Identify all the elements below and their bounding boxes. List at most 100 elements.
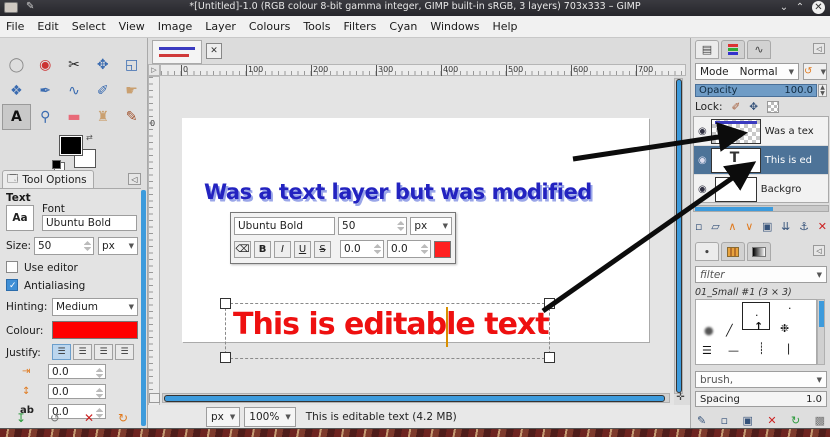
restore-tool-preset-icon[interactable]: ↺ [50,411,60,425]
indent-field[interactable]: 0.0 [48,364,106,379]
foreground-colour-swatch[interactable] [59,135,83,156]
new-layer-button[interactable]: ▫ [695,220,702,233]
selection-handle-top-left[interactable] [220,298,231,309]
brush-grid-scrollbar[interactable] [817,299,825,365]
reset-tool-options-icon[interactable]: ↻ [118,411,128,425]
menu-view[interactable]: View [119,20,145,33]
brush-diagonal-line[interactable]: ╱ [726,324,733,337]
tab-channels[interactable] [721,40,745,59]
antialiasing-checkbox[interactable] [6,279,18,291]
text-colour-swatch[interactable] [52,321,138,339]
brushes-dock-collapse-button[interactable]: ◁ [813,245,825,256]
brush-hatch-lines[interactable]: ☰ [702,344,712,357]
select-by-colour-tool-icon[interactable]: ◉ [31,52,60,78]
open-brush-as-image-button[interactable]: ▩ [815,414,825,427]
baseline-offset-field[interactable]: 0.0 [340,240,384,258]
menu-cyan[interactable]: Cyan [389,20,417,33]
brush-spacing-field[interactable]: Spacing 1.0 [695,391,827,407]
brush-vertical-line[interactable]: ❘ [784,342,793,355]
lock-position-icon[interactable]: ✥ [749,101,758,113]
canvas-viewport[interactable]: Was a text layer but was modified Ubuntu… [160,76,674,431]
default-colours-icon[interactable] [52,160,61,169]
editor-colour-swatch[interactable] [434,240,451,258]
edit-brush-button[interactable]: ✎ [697,414,706,427]
eraser-tool-icon[interactable]: ▬ [60,104,89,130]
font-name-field[interactable]: Ubuntu Bold [42,215,137,231]
refresh-brushes-button[interactable]: ↻ [791,414,800,427]
menu-help[interactable]: Help [492,20,517,33]
brush-splatter[interactable]: ❉ [780,322,789,335]
visibility-eye-icon[interactable]: ◉ [698,126,707,137]
move-tool-icon[interactable]: ✥ [88,52,117,78]
brush-arrow[interactable]: ↑ [754,320,763,333]
justify-fill-button[interactable]: ☰ [115,344,134,360]
merge-down-button[interactable]: ⇊ [781,220,790,233]
image-tab[interactable] [152,40,202,64]
colour-picker-tool-icon[interactable]: ⚲ [31,104,60,130]
selection-handle-top-right[interactable] [544,298,555,309]
layer-mode-switch-button[interactable]: ↺ ▼ [803,63,827,80]
duplicate-brush-button[interactable]: ▣ [743,414,753,427]
tool-options-collapse-button[interactable]: ◁ [128,173,141,185]
layer-row-background[interactable]: ◉ Backgro [694,175,828,204]
clone-tool-icon[interactable]: ♜ [88,104,117,130]
new-layer-group-button[interactable]: ▱ [711,220,719,233]
quick-mask-toggle[interactable] [149,393,160,403]
menu-select[interactable]: Select [72,20,106,33]
delete-brush-button[interactable]: ✕ [767,414,776,427]
brush-fuzzy-dot[interactable]: ● [704,324,714,337]
tool-options-scrollbar[interactable] [141,190,146,426]
lock-alpha-icon[interactable] [767,101,780,113]
delete-layer-button[interactable]: ✕ [818,220,827,233]
opacity-slider[interactable]: Opacity 100.0 [695,84,817,97]
ink-tool-icon[interactable]: ✐ [88,78,117,104]
menu-windows[interactable]: Windows [430,20,479,33]
selection-handle-bottom-right[interactable] [544,352,555,363]
bold-button[interactable]: B [254,240,271,258]
text-tool-icon[interactable]: A [2,104,31,130]
tab-paths[interactable]: ∿ [747,40,771,59]
anchor-layer-button[interactable]: ⚓ [799,220,809,233]
canvas-horizontal-scrollbar[interactable] [162,393,670,403]
underline-button[interactable]: U [294,240,311,258]
paintbrush-tool-icon[interactable]: ✎ [117,104,146,130]
save-tool-preset-icon[interactable]: ↧ [16,411,26,425]
visibility-eye-icon[interactable]: ◉ [698,155,707,166]
brush-dash[interactable]: — [728,344,739,357]
selection-handle-bottom-left[interactable] [220,352,231,363]
menu-colours[interactable]: Colours [249,20,290,33]
size-field[interactable]: 50 [34,237,94,255]
menu-file[interactable]: File [6,20,24,33]
status-unit-dropdown[interactable]: px ▼ [206,407,241,427]
image-tab-close-button[interactable]: ✕ [206,43,222,59]
brush-dotted-vertical[interactable]: ┊ [758,342,765,355]
kerning-field[interactable]: 0.0 [387,240,431,258]
smudge-tool-icon[interactable]: ☛ [117,78,146,104]
layers-dock-collapse-button[interactable]: ◁ [813,43,825,54]
justify-left-button[interactable]: ☰ [52,344,71,360]
editor-unit-dropdown[interactable]: px ▼ [410,217,452,235]
strikethrough-button[interactable]: S [314,240,331,258]
close-button[interactable]: ✕ [812,1,825,14]
line-spacing-field[interactable]: 0.0 [48,384,106,399]
tool-options-tab[interactable]: 🗔 Tool Options [2,170,94,188]
canvas-red-text[interactable]: This is editable text [233,307,550,342]
new-brush-button[interactable]: ▫ [721,414,728,427]
status-zoom-dropdown[interactable]: 100% ▼ [244,407,296,427]
navigation-button[interactable]: ✛ [674,392,687,404]
editor-size-field[interactable]: 50 [338,217,408,235]
raise-layer-button[interactable]: ∧ [728,220,736,233]
tab-gradients[interactable] [747,242,771,261]
italic-button[interactable]: I [274,240,291,258]
brush-tiny-dot[interactable]: · [788,302,792,315]
opacity-spinner[interactable]: ▲ ▼ [818,84,827,97]
layer-row-was-a-text[interactable]: ◉ Was a tex [694,117,828,146]
menu-image[interactable]: Image [158,20,192,33]
brush-grid[interactable]: · · ● ╱ ↑ ❉ ☰ — ┊ ❘ [695,299,817,365]
layer-row-this-is-editable[interactable]: ◉ T This is ed [694,146,828,175]
menu-filters[interactable]: Filters [343,20,376,33]
scissors-select-tool-icon[interactable]: ✂ [60,52,89,78]
maximize-button[interactable]: ⌃ [792,0,808,15]
size-unit-dropdown[interactable]: px ▼ [98,237,138,255]
hinting-dropdown[interactable]: Medium ▼ [52,298,138,316]
